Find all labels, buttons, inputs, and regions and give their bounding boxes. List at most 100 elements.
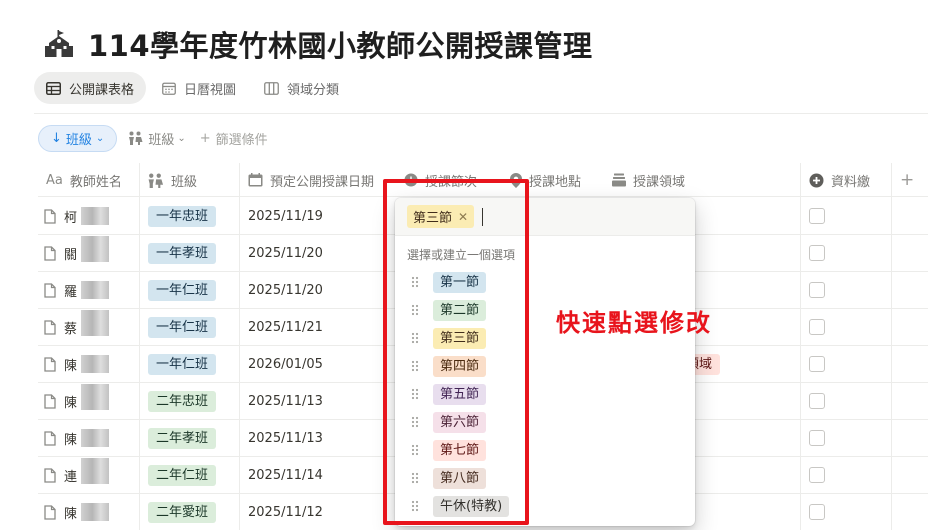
date-cell[interactable]: 2026/01/05 bbox=[248, 346, 323, 382]
class-cell[interactable]: 二年孝班 bbox=[148, 420, 217, 456]
class-tag: 二年忠班 bbox=[148, 390, 217, 412]
add-filter-label: 篩選條件 bbox=[215, 132, 268, 148]
teacher-cell[interactable]: 蔡 bbox=[38, 309, 138, 345]
teacher-name: 陳 bbox=[64, 358, 78, 374]
document-icon bbox=[44, 393, 56, 409]
teacher-cell[interactable]: 連 bbox=[38, 457, 138, 493]
teacher-name: 陳 bbox=[64, 395, 78, 411]
date-cell[interactable]: 2025/11/21 bbox=[248, 309, 323, 345]
add-column-button[interactable]: + bbox=[900, 163, 914, 197]
calendar-icon bbox=[162, 82, 176, 95]
annotation-text: 快速點選修改 bbox=[556, 308, 712, 337]
calendar-icon bbox=[248, 173, 263, 187]
date-value: 2025/11/20 bbox=[248, 282, 323, 298]
submission-cell[interactable] bbox=[809, 235, 825, 271]
submission-checkbox[interactable] bbox=[809, 504, 825, 520]
redacted-name bbox=[81, 503, 110, 521]
class-cell[interactable]: 一年仁班 bbox=[148, 346, 217, 382]
class-filter-chip[interactable]: 班級 ⌄ bbox=[117, 125, 195, 152]
date-value: 2025/11/20 bbox=[248, 245, 323, 261]
column-label: 教師姓名 bbox=[69, 174, 122, 190]
page-title: 114學年度竹林國小教師公開授課管理 bbox=[88, 29, 593, 63]
tab-label: 日曆視圖 bbox=[184, 82, 237, 98]
class-tag: 一年仁班 bbox=[148, 316, 217, 338]
teacher-cell[interactable]: 陳 bbox=[38, 420, 138, 456]
column-header-teacher[interactable]: Aa 教師姓名 bbox=[46, 163, 122, 197]
date-cell[interactable]: 2025/11/12 bbox=[248, 494, 323, 530]
document-icon bbox=[44, 282, 56, 298]
date-cell[interactable]: 2025/11/13 bbox=[248, 420, 323, 456]
date-value: 2025/11/13 bbox=[248, 393, 323, 409]
teacher-cell[interactable]: 陳 bbox=[38, 494, 138, 530]
teacher-cell[interactable]: 關 bbox=[38, 235, 138, 271]
class-cell[interactable]: 二年忠班 bbox=[148, 383, 217, 419]
date-cell[interactable]: 2025/11/13 bbox=[248, 383, 323, 419]
teacher-cell[interactable]: 柯 bbox=[38, 198, 138, 234]
submission-cell[interactable] bbox=[809, 494, 825, 530]
teacher-cell[interactable]: 陳 bbox=[38, 346, 138, 382]
class-cell[interactable]: 一年忠班 bbox=[148, 198, 217, 234]
redacted-name bbox=[81, 281, 110, 299]
plus-icon: + bbox=[199, 130, 211, 146]
class-cell[interactable]: 一年孝班 bbox=[148, 235, 217, 271]
submission-checkbox[interactable] bbox=[809, 393, 825, 409]
tab-board-view[interactable]: 領域分類 bbox=[252, 72, 351, 104]
submission-checkbox[interactable] bbox=[809, 245, 825, 261]
class-tag: 一年仁班 bbox=[148, 353, 217, 375]
column-header-domain[interactable]: 授課領域 bbox=[612, 163, 685, 197]
document-icon bbox=[44, 208, 56, 224]
column-header-submission[interactable]: 資料繳 bbox=[809, 163, 870, 197]
teacher-name: 羅 bbox=[64, 284, 78, 300]
submission-cell[interactable] bbox=[809, 198, 825, 234]
arrow-down-icon: ↓ bbox=[51, 130, 62, 146]
submission-checkbox[interactable] bbox=[809, 356, 825, 372]
add-filter-button[interactable]: + 篩選條件 bbox=[196, 125, 272, 152]
submission-cell[interactable] bbox=[809, 420, 825, 456]
tab-label: 領域分類 bbox=[287, 82, 340, 98]
column-label: 授課地點 bbox=[529, 174, 582, 190]
submission-checkbox[interactable] bbox=[809, 282, 825, 298]
submission-cell[interactable] bbox=[809, 457, 825, 493]
chevron-down-icon: ⌄ bbox=[177, 132, 186, 144]
date-cell[interactable]: 2025/11/14 bbox=[248, 457, 323, 493]
document-icon bbox=[44, 356, 56, 372]
class-cell[interactable]: 二年仁班 bbox=[148, 457, 217, 493]
document-icon bbox=[44, 319, 56, 335]
redacted-name bbox=[81, 207, 110, 225]
column-header-class[interactable]: 班級 bbox=[146, 163, 197, 197]
submission-cell[interactable] bbox=[809, 272, 825, 308]
document-icon bbox=[44, 467, 56, 483]
class-tag: 一年忠班 bbox=[148, 205, 217, 227]
school-icon bbox=[45, 30, 73, 57]
redacted-name bbox=[81, 429, 110, 447]
class-tag: 二年愛班 bbox=[148, 501, 217, 523]
submission-checkbox[interactable] bbox=[809, 208, 825, 224]
column-label: 授課領域 bbox=[633, 174, 686, 190]
submission-checkbox[interactable] bbox=[809, 430, 825, 446]
class-cell[interactable]: 二年愛班 bbox=[148, 494, 217, 530]
tab-calendar-view[interactable]: 日曆視圖 bbox=[150, 72, 248, 104]
teacher-cell[interactable]: 陳 bbox=[38, 383, 138, 419]
column-header-date[interactable]: 預定公開授課日期 bbox=[248, 163, 374, 197]
date-cell[interactable]: 2025/11/19 bbox=[248, 198, 323, 234]
sort-chip[interactable]: ↓ 班級 ⌄ bbox=[38, 124, 118, 152]
submission-checkbox[interactable] bbox=[809, 319, 825, 335]
tab-table-view[interactable]: 公開課表格 bbox=[34, 72, 147, 104]
date-value: 2025/11/13 bbox=[248, 430, 323, 446]
date-cell[interactable]: 2025/11/20 bbox=[248, 235, 323, 271]
submission-checkbox[interactable] bbox=[809, 467, 825, 483]
class-cell[interactable]: 一年仁班 bbox=[148, 272, 217, 308]
teacher-name: 關 bbox=[64, 247, 78, 263]
text-icon: Aa bbox=[46, 172, 63, 188]
class-cell[interactable]: 一年仁班 bbox=[148, 309, 217, 345]
teacher-cell[interactable]: 羅 bbox=[38, 272, 138, 308]
date-cell[interactable]: 2025/11/20 bbox=[248, 272, 323, 308]
submission-cell[interactable] bbox=[809, 309, 825, 345]
submission-cell[interactable] bbox=[809, 346, 825, 382]
submission-cell[interactable] bbox=[809, 383, 825, 419]
highlight-box bbox=[383, 179, 529, 525]
teacher-name: 柯 bbox=[64, 210, 78, 226]
board-icon bbox=[264, 81, 279, 95]
stack-icon bbox=[612, 173, 626, 187]
document-icon bbox=[44, 504, 56, 520]
